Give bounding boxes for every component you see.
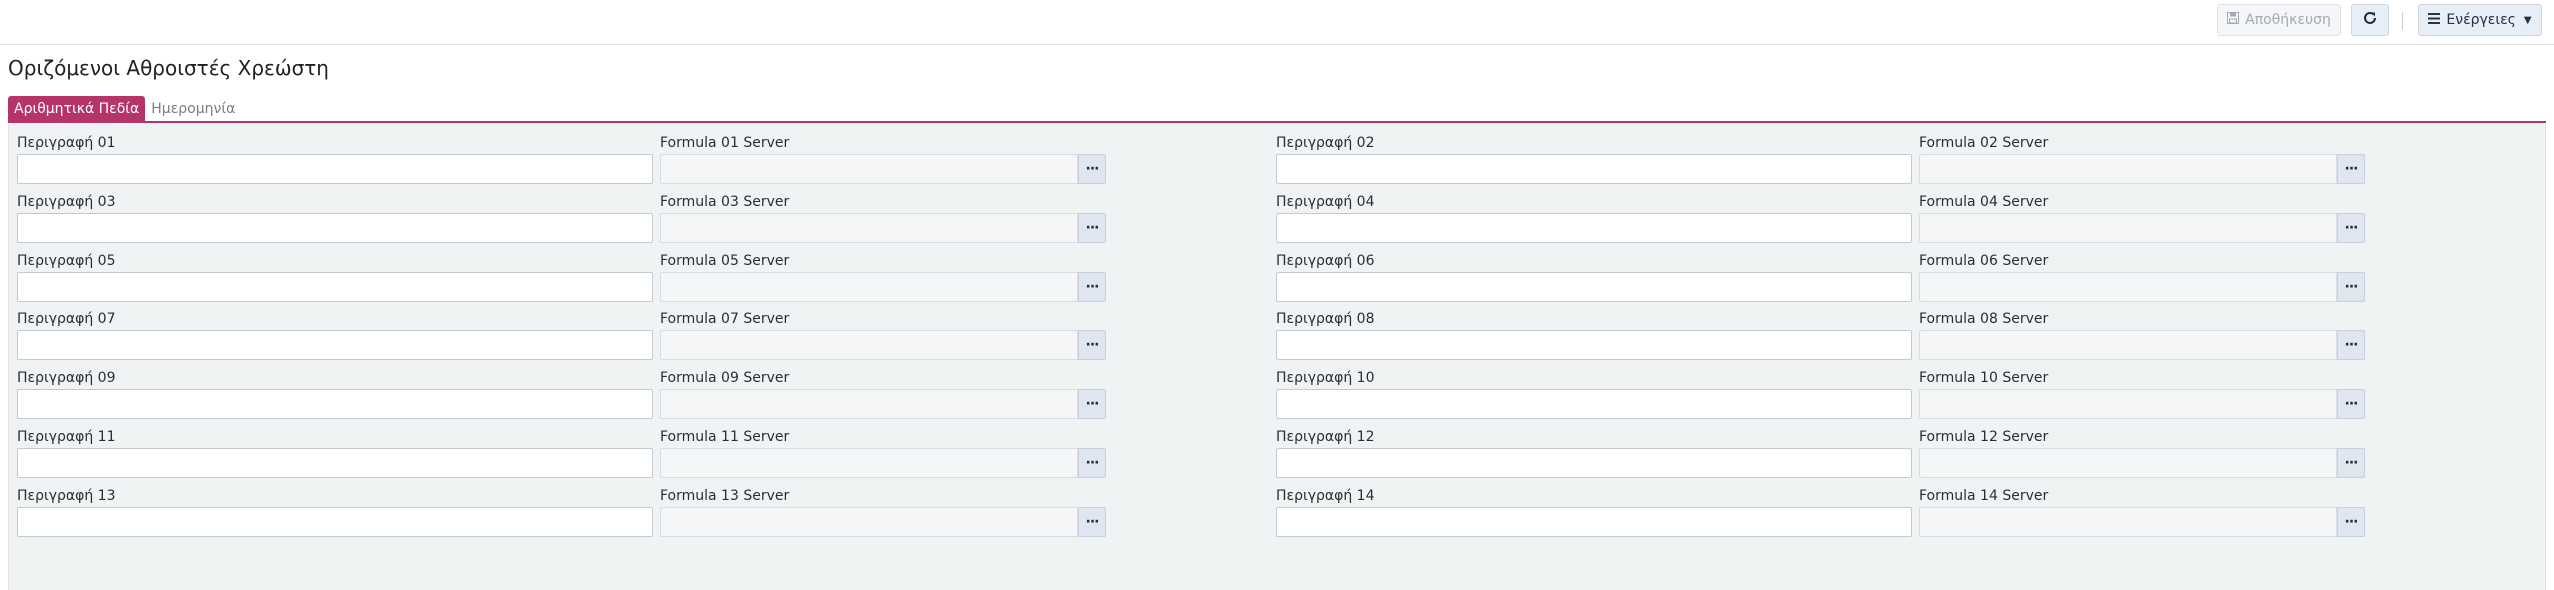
formula-09-server-label: Formula 09 Server [660, 370, 790, 386]
description-01-label: Περιγραφή 01 [17, 135, 116, 151]
formula-11-picker-button[interactable]: ··· [1078, 448, 1106, 478]
formula-10-server-label: Formula 10 Server [1919, 370, 2049, 386]
formula-11-server-label: Formula 11 Server [660, 429, 790, 445]
formula-01-server-label: Formula 01 Server [660, 135, 790, 151]
formula-03-server-input[interactable] [660, 213, 1078, 243]
formula-04-server-label: Formula 04 Server [1919, 194, 2049, 210]
formula-07-server-label: Formula 07 Server [660, 311, 790, 327]
tab-date[interactable]: Ημερομηνία [145, 96, 241, 122]
floppy-disk-icon [2227, 12, 2240, 28]
save-button[interactable]: Αποθήκευση [2217, 4, 2341, 36]
description-08-label: Περιγραφή 08 [1276, 311, 1375, 327]
description-11-input[interactable] [17, 448, 653, 478]
description-06-label: Περιγραφή 06 [1276, 253, 1375, 269]
formula-06-server-input[interactable] [1919, 272, 2337, 302]
actions-label: Ενέργειες [2446, 12, 2516, 28]
description-14-label: Περιγραφή 14 [1276, 488, 1375, 504]
tab-numeric-fields[interactable]: Αριθμητικά Πεδία [8, 96, 146, 122]
formula-11-server-input[interactable] [660, 448, 1078, 478]
formula-09-server-input[interactable] [660, 389, 1078, 419]
caret-down-icon: ▼ [2523, 14, 2532, 26]
formula-04-server-input[interactable] [1919, 213, 2337, 243]
description-14-input[interactable] [1276, 507, 1912, 537]
description-01-input[interactable] [17, 154, 653, 184]
tab-bar: Αριθμητικά Πεδία Ημερομηνία [8, 96, 241, 122]
hamburger-menu-icon [2428, 12, 2441, 28]
refresh-button[interactable] [2351, 4, 2389, 36]
formula-01-picker-button[interactable]: ··· [1078, 154, 1106, 184]
description-11-label: Περιγραφή 11 [17, 429, 116, 445]
formula-04-picker-button[interactable]: ··· [2337, 213, 2365, 243]
formula-13-picker-button[interactable]: ··· [1078, 507, 1106, 537]
formula-13-server-label: Formula 13 Server [660, 488, 790, 504]
formula-09-picker-button[interactable]: ··· [1078, 389, 1106, 419]
save-button-label: Αποθήκευση [2245, 12, 2331, 28]
description-13-label: Περιγραφή 13 [17, 488, 116, 504]
formula-05-server-input[interactable] [660, 272, 1078, 302]
formula-06-server-label: Formula 06 Server [1919, 253, 2049, 269]
formula-03-picker-button[interactable]: ··· [1078, 213, 1106, 243]
formula-13-server-input[interactable] [660, 507, 1078, 537]
refresh-icon [2362, 10, 2378, 30]
description-06-input[interactable] [1276, 272, 1912, 302]
description-05-input[interactable] [17, 272, 653, 302]
formula-08-picker-button[interactable]: ··· [2337, 330, 2365, 360]
formula-02-server-label: Formula 02 Server [1919, 135, 2049, 151]
description-13-input[interactable] [17, 507, 653, 537]
formula-10-picker-button[interactable]: ··· [2337, 389, 2365, 419]
formula-08-server-input[interactable] [1919, 330, 2337, 360]
formula-08-server-label: Formula 08 Server [1919, 311, 2049, 327]
formula-07-server-input[interactable] [660, 330, 1078, 360]
formula-02-server-input[interactable] [1919, 154, 2337, 184]
formula-12-server-label: Formula 12 Server [1919, 429, 2049, 445]
formula-06-picker-button[interactable]: ··· [2337, 272, 2365, 302]
description-12-label: Περιγραφή 12 [1276, 429, 1375, 445]
description-10-input[interactable] [1276, 389, 1912, 419]
formula-12-picker-button[interactable]: ··· [2337, 448, 2365, 478]
formula-14-server-label: Formula 14 Server [1919, 488, 2049, 504]
formula-03-server-label: Formula 03 Server [660, 194, 790, 210]
page-title: Οριζόμενοι Αθροιστές Χρεώστη [8, 56, 329, 80]
description-02-label: Περιγραφή 02 [1276, 135, 1375, 151]
toolbar-separator [2402, 12, 2403, 30]
description-05-label: Περιγραφή 05 [17, 253, 116, 269]
formula-14-server-input[interactable] [1919, 507, 2337, 537]
description-04-label: Περιγραφή 04 [1276, 194, 1375, 210]
description-03-input[interactable] [17, 213, 653, 243]
description-07-label: Περιγραφή 07 [17, 311, 116, 327]
formula-01-server-input[interactable] [660, 154, 1078, 184]
description-07-input[interactable] [17, 330, 653, 360]
formula-05-picker-button[interactable]: ··· [1078, 272, 1106, 302]
formula-12-server-input[interactable] [1919, 448, 2337, 478]
formula-02-picker-button[interactable]: ··· [2337, 154, 2365, 184]
description-09-label: Περιγραφή 09 [17, 370, 116, 386]
description-12-input[interactable] [1276, 448, 1912, 478]
description-04-input[interactable] [1276, 213, 1912, 243]
description-10-label: Περιγραφή 10 [1276, 370, 1375, 386]
description-09-input[interactable] [17, 389, 653, 419]
description-03-label: Περιγραφή 03 [17, 194, 116, 210]
form-panel: Περιγραφή 01 Formula 01 Server ··· Περιγραφ… [8, 123, 2546, 590]
description-08-input[interactable] [1276, 330, 1912, 360]
formula-10-server-input[interactable] [1919, 389, 2337, 419]
actions-dropdown-button[interactable]: Ενέργειες ▼ [2418, 4, 2542, 36]
formula-07-picker-button[interactable]: ··· [1078, 330, 1106, 360]
top-toolbar: Αποθήκευση Ενέργειες ▼ [0, 0, 2554, 45]
description-02-input[interactable] [1276, 154, 1912, 184]
formula-05-server-label: Formula 05 Server [660, 253, 790, 269]
formula-14-picker-button[interactable]: ··· [2337, 507, 2365, 537]
